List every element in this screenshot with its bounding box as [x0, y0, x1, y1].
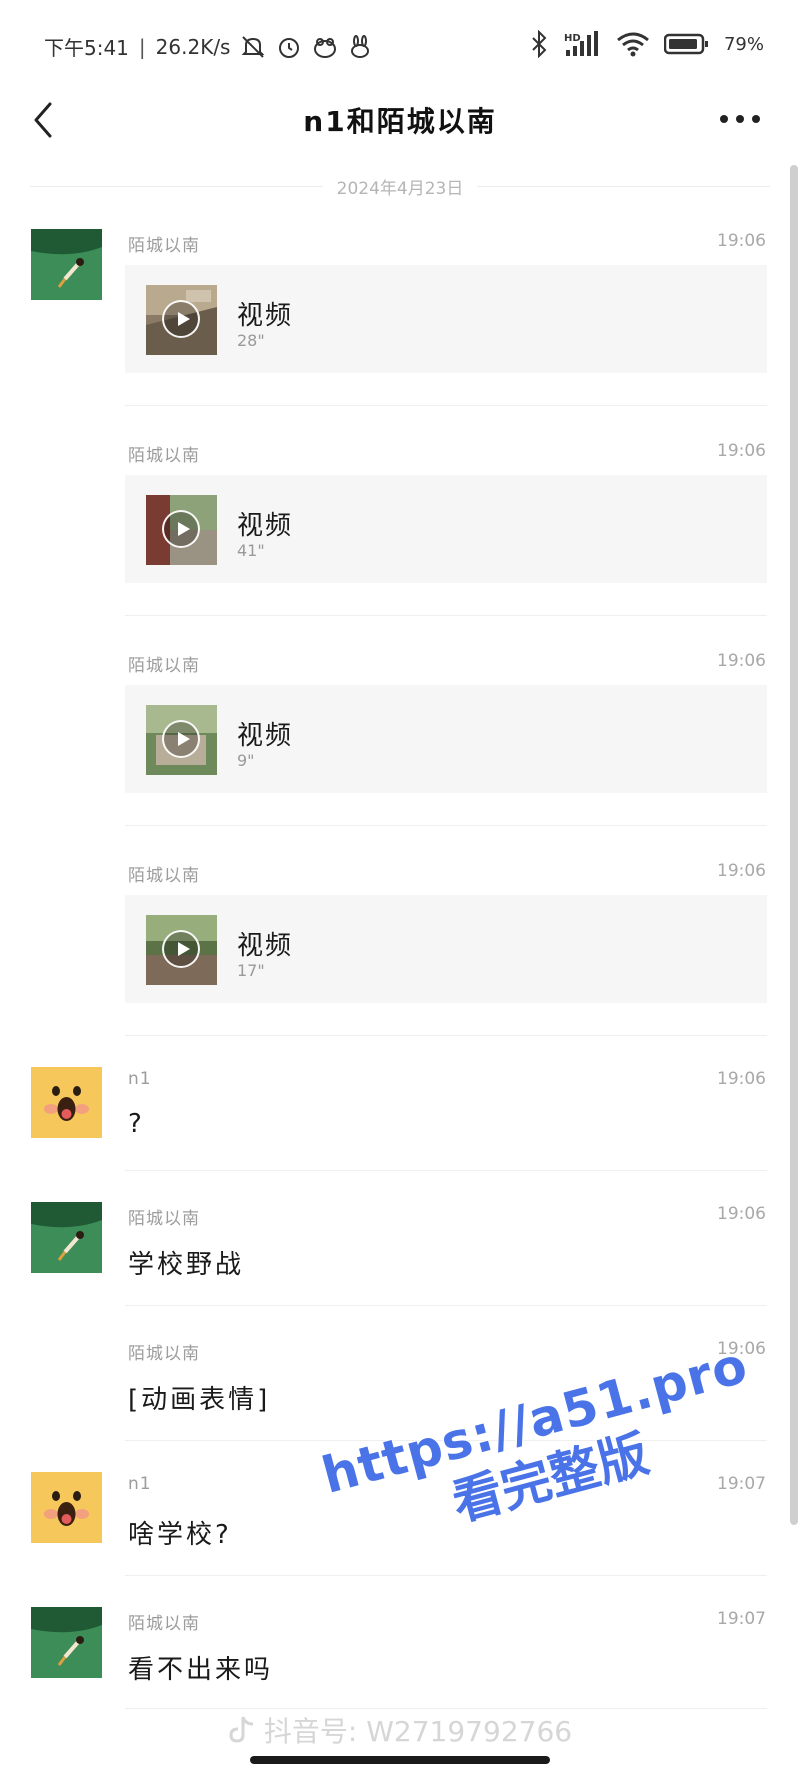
- status-separator: |: [138, 34, 146, 59]
- message-text: 看不出来吗: [128, 1655, 274, 1685]
- message-time: 19:06: [717, 651, 766, 671]
- signal-icon: HD: [562, 30, 602, 58]
- list-item: n1 19:06 ?: [0, 1065, 800, 1195]
- message-time: 19:06: [717, 1339, 766, 1359]
- network-speed: 26.2K/s: [155, 34, 231, 59]
- video-message[interactable]: 视频 17": [125, 895, 767, 1003]
- list-item: 陌城以南 19:07 看不出来吗: [0, 1605, 800, 1710]
- douyin-id: 抖音号: W2719792766: [263, 1715, 573, 1748]
- date-label: 2024年4月23日: [336, 178, 464, 199]
- play-icon: [162, 300, 200, 338]
- message-divider: [125, 1305, 767, 1306]
- sender-name: n1: [128, 1474, 152, 1494]
- sender-name: 陌城以南: [128, 446, 200, 466]
- video-label: 视频: [237, 301, 294, 331]
- video-thumbnail: [146, 285, 217, 355]
- rabbit-app-icon: [348, 34, 372, 59]
- list-item: 陌城以南 19:06 视频 9": [0, 645, 800, 826]
- video-label: 视频: [237, 721, 294, 751]
- message-divider: [125, 1575, 767, 1576]
- message-divider: [125, 1170, 767, 1171]
- more-button[interactable]: [716, 104, 764, 134]
- video-thumbnail: [146, 495, 217, 565]
- status-time: 下午5:41: [44, 36, 129, 60]
- message-divider: [125, 1035, 767, 1036]
- status-left: 下午5:41 | 26.2K/s: [44, 32, 372, 61]
- message-time: 19:06: [717, 861, 766, 881]
- divider-line: [30, 185, 323, 187]
- battery-percent: 79%: [723, 33, 764, 55]
- sender-name: 陌城以南: [128, 656, 200, 676]
- chat-screen: 下午5:41 | 26.2K/s HD 79% n1和陌城以南 2024年4月2…: [0, 0, 800, 1778]
- date-divider: 2024年4月23日: [30, 172, 770, 200]
- message-time: 19:07: [717, 1609, 766, 1629]
- sender-name: n1: [128, 1069, 152, 1089]
- home-indicator[interactable]: [250, 1756, 550, 1764]
- tiktok-logo-icon: [229, 1716, 253, 1743]
- divider-line: [477, 185, 770, 187]
- list-item: 陌城以南 19:06 学校野战: [0, 1200, 800, 1330]
- sender-name: 陌城以南: [128, 1614, 200, 1634]
- list-item: 陌城以南 19:06 视频 41": [0, 435, 800, 616]
- avatar[interactable]: [31, 1067, 102, 1138]
- video-message[interactable]: 视频 41": [125, 475, 767, 583]
- message-time: 19:06: [717, 231, 766, 251]
- message-time: 19:06: [717, 441, 766, 461]
- message-divider: [125, 615, 767, 616]
- bluetooth-icon: [530, 30, 548, 58]
- video-label: 视频: [237, 511, 294, 541]
- page-title: n1和陌城以南: [303, 105, 497, 138]
- message-text: 学校野战: [128, 1250, 245, 1280]
- message-divider: [125, 405, 767, 406]
- douyin-watermark: 抖音号: W2719792766: [0, 1710, 800, 1750]
- frog-app-icon: [312, 35, 338, 59]
- video-duration: 41": [237, 541, 265, 560]
- message-divider: [125, 825, 767, 826]
- play-icon: [162, 930, 200, 968]
- chat-header: n1和陌城以南: [0, 90, 800, 150]
- message-divider: [125, 1708, 767, 1709]
- status-bar: 下午5:41 | 26.2K/s HD 79%: [0, 0, 800, 90]
- avatar[interactable]: [31, 1607, 102, 1678]
- message-text: ?: [128, 1109, 145, 1139]
- sender-name: 陌城以南: [128, 1344, 200, 1364]
- alarm-icon: [276, 34, 302, 60]
- video-duration: 9": [237, 751, 255, 770]
- message-time: 19:06: [717, 1204, 766, 1224]
- video-message[interactable]: 视频 9": [125, 685, 767, 793]
- message-divider: [125, 1440, 767, 1441]
- video-thumbnail: [146, 705, 217, 775]
- video-message[interactable]: 视频 28": [125, 265, 767, 373]
- video-label: 视频: [237, 931, 294, 961]
- message-text[interactable]: [动画表情]: [128, 1379, 270, 1416]
- video-thumbnail: [146, 915, 217, 985]
- list-item: 陌城以南 19:06 视频 17": [0, 855, 800, 1036]
- mute-bell-icon: [240, 34, 266, 60]
- list-item: 陌城以南 19:06 [动画表情]: [0, 1335, 800, 1465]
- ellipsis-icon: [720, 115, 760, 123]
- message-time: 19:06: [717, 1069, 766, 1089]
- sender-name: 陌城以南: [128, 236, 200, 256]
- wifi-icon: [616, 31, 650, 57]
- battery-icon: [663, 32, 710, 56]
- play-icon: [162, 510, 200, 548]
- list-item: n1 19:07 啥学校?: [0, 1470, 800, 1600]
- message-time: 19:07: [717, 1474, 766, 1494]
- sender-name: 陌城以南: [128, 866, 200, 886]
- list-item: 陌城以南 19:06 视频 28": [0, 225, 800, 406]
- sender-name: 陌城以南: [128, 1209, 200, 1229]
- avatar[interactable]: [31, 229, 102, 300]
- avatar[interactable]: [31, 1472, 102, 1543]
- play-icon: [162, 720, 200, 758]
- status-right: HD 79%: [530, 30, 764, 58]
- avatar[interactable]: [31, 1202, 102, 1273]
- video-duration: 28": [237, 331, 265, 350]
- message-text: 啥学校?: [128, 1520, 232, 1550]
- video-duration: 17": [237, 961, 265, 980]
- svg-text:HD: HD: [564, 33, 581, 44]
